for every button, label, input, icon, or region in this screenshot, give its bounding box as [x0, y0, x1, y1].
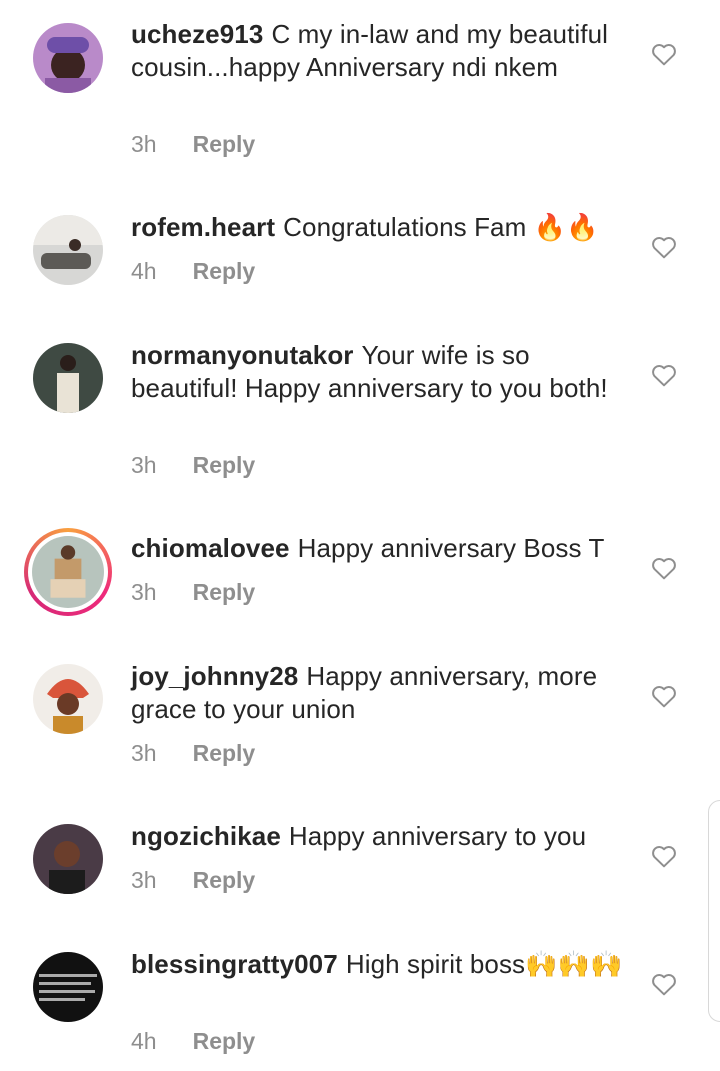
- reply-button[interactable]: Reply: [193, 258, 256, 284]
- avatar-story-ring[interactable]: [24, 528, 112, 616]
- comment-meta: 3h Reply: [131, 579, 255, 606]
- avatar[interactable]: [33, 952, 103, 1022]
- reply-button[interactable]: Reply: [193, 867, 256, 893]
- comment-text: ucheze913 C my in-law and my beautiful co…: [131, 18, 636, 84]
- heart-outline-icon[interactable]: [651, 844, 677, 868]
- comment-body: High spirit boss🙌🙌🙌: [345, 949, 623, 979]
- comment-meta: 3h Reply: [131, 867, 255, 894]
- comment-username[interactable]: joy_johnny28: [131, 661, 298, 691]
- comment-time: 3h: [131, 452, 157, 478]
- comment-text: blessingratty007 High spirit boss🙌🙌🙌: [131, 948, 636, 981]
- reply-button[interactable]: Reply: [193, 740, 256, 766]
- comment-body: Congratulations Fam 🔥🔥: [283, 212, 599, 242]
- comment-meta: 3h Reply: [131, 452, 255, 479]
- reply-button[interactable]: Reply: [193, 131, 256, 157]
- comment-username[interactable]: blessingratty007: [131, 949, 338, 979]
- comment-time: 3h: [131, 579, 157, 605]
- comment-text: ngozichikae Happy anniversary to you: [131, 820, 636, 853]
- comment-text: chiomalovee Happy anniversary Boss T: [131, 532, 636, 565]
- comment-text: joy_johnny28 Happy anniversary, more grac…: [131, 660, 636, 726]
- comment-text: normanyonutakor Your wife is so beautiful…: [131, 339, 636, 405]
- comment-meta: 4h Reply: [131, 1028, 255, 1055]
- heart-outline-icon[interactable]: [651, 972, 677, 996]
- avatar[interactable]: [33, 23, 103, 93]
- comment-time: 3h: [131, 867, 157, 893]
- comment-time: 3h: [131, 131, 157, 157]
- comment-meta: 3h Reply: [131, 131, 255, 158]
- comment-body: Happy anniversary to you: [288, 821, 587, 851]
- heart-outline-icon[interactable]: [651, 235, 677, 259]
- heart-outline-icon[interactable]: [651, 363, 677, 387]
- comment-time: 4h: [131, 1028, 157, 1054]
- comment-text: rofem.heart Congratulations Fam 🔥🔥: [131, 211, 636, 244]
- comment-time: 4h: [131, 258, 157, 284]
- comment-username[interactable]: ngozichikae: [131, 821, 281, 851]
- comment-time: 3h: [131, 740, 157, 766]
- comment-username[interactable]: chiomalovee: [131, 533, 290, 563]
- avatar[interactable]: [33, 824, 103, 894]
- reply-button[interactable]: Reply: [193, 579, 256, 605]
- reply-button[interactable]: Reply: [193, 1028, 256, 1054]
- avatar[interactable]: [33, 215, 103, 285]
- heart-outline-icon[interactable]: [651, 556, 677, 580]
- heart-outline-icon[interactable]: [651, 684, 677, 708]
- heart-outline-icon[interactable]: [651, 42, 677, 66]
- edge-panel-handle[interactable]: [708, 800, 720, 1022]
- avatar[interactable]: [33, 343, 103, 413]
- comment-username[interactable]: rofem.heart: [131, 212, 275, 242]
- comment-body: Happy anniversary Boss T: [297, 533, 605, 563]
- comment-meta: 3h Reply: [131, 740, 255, 767]
- comment-username[interactable]: normanyonutakor: [131, 340, 354, 370]
- avatar[interactable]: [33, 664, 103, 734]
- reply-button[interactable]: Reply: [193, 452, 256, 478]
- comment-username[interactable]: ucheze913: [131, 19, 263, 49]
- comment-meta: 4h Reply: [131, 258, 255, 285]
